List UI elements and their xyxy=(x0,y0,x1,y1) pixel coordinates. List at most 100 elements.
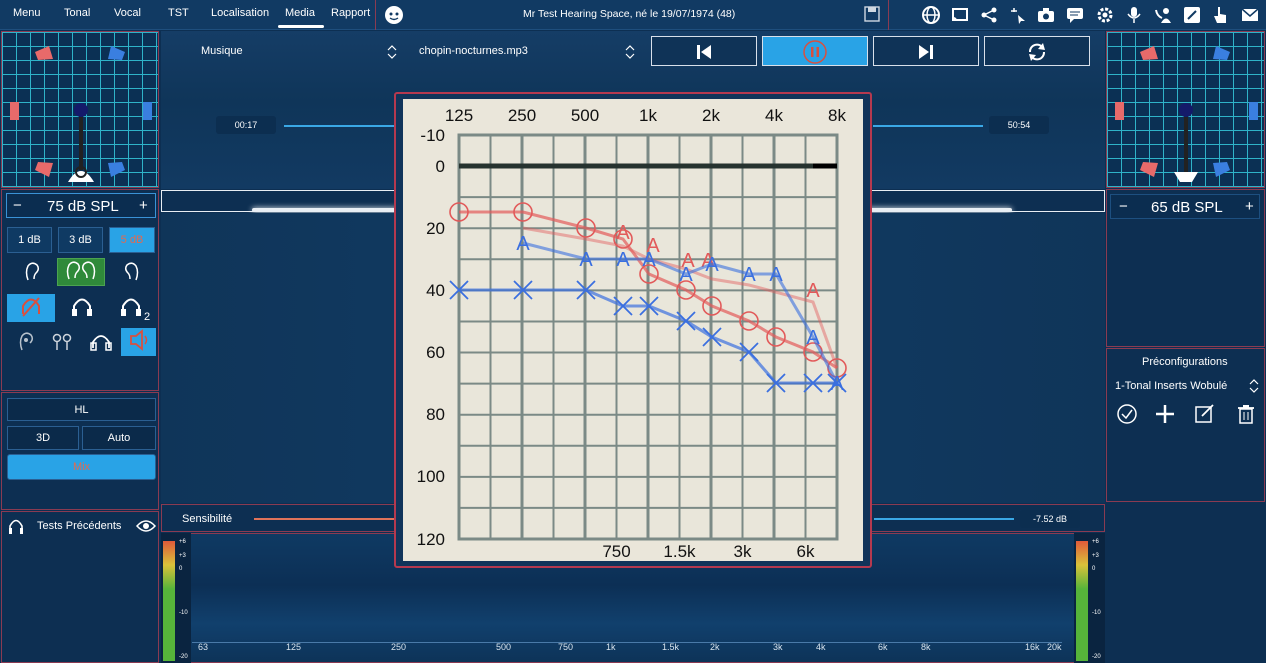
gear-icon[interactable] xyxy=(1096,6,1114,24)
mode-auto-button[interactable]: Auto xyxy=(82,426,156,450)
speaker-side-right-icon xyxy=(143,102,152,120)
preset-chevron-icon[interactable] xyxy=(1249,379,1259,393)
mix-button[interactable]: Mix xyxy=(7,454,156,480)
svg-text:2: 2 xyxy=(144,311,150,322)
right-ear-a-marker: A xyxy=(616,222,630,244)
media-file-select[interactable]: chopin-nocturnes.mp3 xyxy=(419,45,528,57)
headset-icon[interactable] xyxy=(88,330,114,356)
headphone-history-icon xyxy=(9,519,23,534)
globe-icon[interactable] xyxy=(921,5,941,25)
headphone-icon[interactable] xyxy=(69,294,95,322)
preset-select[interactable]: 1-Tonal Inserts Wobulé xyxy=(1115,380,1227,392)
left-controls-panel: − 75 dB SPL + 1 dB 3 dB 5 dB 2 xyxy=(1,189,159,391)
earbuds-icon[interactable] xyxy=(50,330,74,356)
step-5db-button[interactable]: 5 dB xyxy=(109,227,155,253)
left-ear-a-marker: A xyxy=(579,249,593,271)
camera-icon[interactable] xyxy=(1037,6,1055,24)
save-icon[interactable] xyxy=(864,6,880,22)
ears-both-button[interactable] xyxy=(57,258,105,286)
left-spl-value: 75 dB SPL xyxy=(47,198,119,215)
freq-tick-500: 500 xyxy=(496,642,512,652)
mail-icon[interactable] xyxy=(1241,6,1259,24)
speaker-layout-left xyxy=(10,46,152,182)
repeat-icon xyxy=(1029,43,1045,61)
audiogram-top-freq-label: 250 xyxy=(508,106,536,125)
menu-item-rapport[interactable]: Rapport xyxy=(331,7,370,19)
call-person-icon[interactable] xyxy=(1154,6,1172,24)
play-pause-button[interactable] xyxy=(762,36,868,66)
eye-icon[interactable] xyxy=(136,518,156,534)
add-icon[interactable] xyxy=(1154,403,1176,425)
freq-tick-250: 250 xyxy=(391,642,407,652)
presets-title: Préconfigurations xyxy=(1142,356,1228,368)
repeat-button[interactable] xyxy=(984,36,1090,66)
audiogram-overlay[interactable]: 125 250 500 1k 2k 4k 8k 750 1.5k 3k 6k -10 0 20 40 60 80… xyxy=(394,92,872,568)
sparkle-cursor-icon[interactable] xyxy=(1009,6,1027,24)
menu-item-vocal[interactable]: Vocal xyxy=(114,7,141,19)
right-speaker-grid[interactable] xyxy=(1106,31,1265,188)
freq-tick-16k: 16k xyxy=(1025,642,1040,652)
progress-track-right[interactable] xyxy=(873,125,983,127)
left-spl-minus-button[interactable]: − xyxy=(13,197,22,214)
headphone-2-icon[interactable]: 2 xyxy=(118,294,154,323)
next-track-button[interactable] xyxy=(873,36,979,66)
speaker-icon xyxy=(129,329,147,351)
sensitivity-slider-left[interactable] xyxy=(254,518,399,520)
edit-icon[interactable] xyxy=(1183,6,1201,24)
cast-icon[interactable] xyxy=(951,6,969,24)
time-total: 50:54 xyxy=(989,116,1049,134)
right-spl-plus-button[interactable]: + xyxy=(1245,198,1254,215)
left-spl-plus-button[interactable]: + xyxy=(139,197,148,214)
chat-icon[interactable] xyxy=(1066,6,1084,24)
ear-left-icon[interactable] xyxy=(20,260,44,286)
step-3db-button[interactable]: 3 dB xyxy=(58,227,103,253)
left-speaker-grid[interactable] xyxy=(1,31,159,188)
skip-forward-icon xyxy=(919,45,933,59)
step-1db-button[interactable]: 1 dB xyxy=(7,227,52,253)
hearing-aid-icon[interactable] xyxy=(14,330,38,356)
left-ear-a-marker: A xyxy=(616,249,630,271)
loudspeaker-button[interactable] xyxy=(121,328,156,356)
hl-button[interactable]: HL xyxy=(7,398,156,421)
menu-item-media[interactable]: Media xyxy=(285,7,315,19)
hand-pointer-icon[interactable] xyxy=(1212,5,1230,25)
mode-3d-button[interactable]: 3D xyxy=(7,426,79,450)
previous-track-button[interactable] xyxy=(651,36,757,66)
right-level-meter: +6 +3 0 -10 -20 xyxy=(1074,533,1105,663)
audiogram-bottom-freq-label: 1.5k xyxy=(663,542,696,561)
left-ear-a-marker: A xyxy=(642,249,656,271)
speaker-layout-right xyxy=(1115,46,1258,182)
both-ears-icon xyxy=(66,261,96,280)
right-spl-minus-button[interactable]: − xyxy=(1119,198,1128,215)
bone-conduction-button[interactable] xyxy=(7,294,55,322)
menu-item-localisation[interactable]: Localisation xyxy=(211,7,269,19)
sensitivity-slider-right[interactable] xyxy=(874,518,1014,520)
face-icon[interactable] xyxy=(384,5,404,25)
patient-title: Mr Test Hearing Space, né le 19/07/1974 … xyxy=(523,8,736,20)
speaker-side-left-icon xyxy=(10,102,19,120)
freq-tick-4k: 4k xyxy=(816,642,826,652)
file-chevron-icon[interactable] xyxy=(625,45,635,59)
left-level-bar xyxy=(163,541,175,661)
meter-label-minus20: -20 xyxy=(179,654,188,660)
media-category-select[interactable]: Musique xyxy=(201,45,243,57)
menu-item-tonal[interactable]: Tonal xyxy=(64,7,90,19)
freq-tick-6k: 6k xyxy=(878,642,888,652)
ear-right-icon[interactable] xyxy=(120,260,144,286)
trash-icon[interactable] xyxy=(1235,403,1257,425)
share-icon[interactable] xyxy=(980,6,998,24)
meter-label-0: 0 xyxy=(179,566,183,572)
menu-item-menu[interactable]: Menu xyxy=(13,7,41,19)
edit-preset-icon[interactable] xyxy=(1194,403,1216,425)
speaker-front-right-icon xyxy=(108,46,125,60)
right-spl-value: 65 dB SPL xyxy=(1151,199,1223,216)
speaker-rear-left-icon xyxy=(35,162,53,177)
check-circle-icon[interactable] xyxy=(1116,403,1138,425)
microphone-icon[interactable] xyxy=(1125,6,1143,24)
progress-track-left[interactable] xyxy=(284,125,394,127)
audiogram-top-freq-label: 500 xyxy=(571,106,599,125)
freq-tick-63: 63 xyxy=(198,642,209,652)
meter-label-plus6: +6 xyxy=(179,539,186,545)
category-chevron-icon[interactable] xyxy=(387,45,397,59)
menu-item-tst[interactable]: TST xyxy=(168,7,189,19)
